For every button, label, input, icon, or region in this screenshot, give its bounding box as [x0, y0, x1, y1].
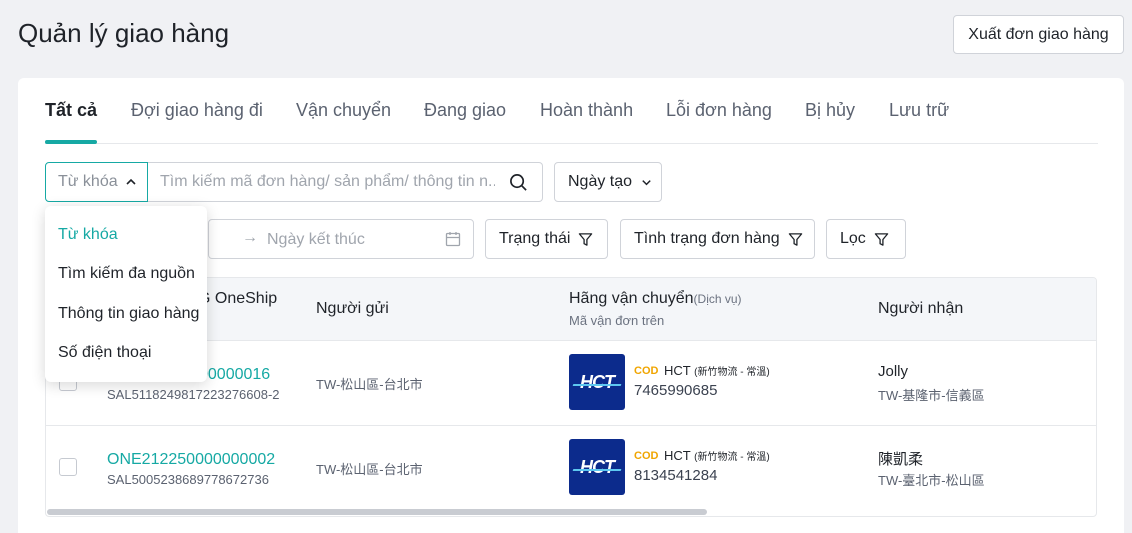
cod-badge: COD [634, 450, 659, 462]
order-sub-id: SAL5005238689778672736 [107, 472, 269, 487]
order-id-link[interactable]: 00000016 [199, 366, 270, 384]
sender-address: TW-松山區-台北市 [316, 377, 423, 392]
column-sender: Người gửi [316, 300, 389, 317]
order-state-filter-label: Tình trạng đơn hàng [634, 230, 780, 247]
more-filter-button[interactable]: Lọc [826, 219, 906, 259]
tab-bar: Tất cả Đợi giao hàng đi Vận chuyển Đang … [45, 78, 1098, 144]
chevron-down-icon [642, 179, 651, 185]
carrier-service: (新竹物流 - 常溫) [694, 452, 770, 463]
dropdown-option-keyword[interactable]: Từ khóa [58, 226, 118, 244]
receiver-name: 陳凱柔 [878, 451, 924, 468]
carrier-label: HCT [664, 363, 691, 378]
horizontal-scrollbar[interactable] [47, 509, 707, 515]
row-checkbox[interactable] [59, 458, 77, 476]
calendar-icon[interactable] [445, 231, 461, 247]
active-tab-indicator [45, 140, 97, 144]
status-filter-button[interactable]: Trạng thái [485, 219, 608, 259]
tracking-number: 7465990685 [634, 382, 718, 399]
dropdown-option-multi-source[interactable]: Tìm kiếm đa nguồn [58, 265, 195, 283]
receiver-address: TW-臺北市-松山區 [878, 473, 985, 488]
more-filter-label: Lọc [840, 230, 866, 247]
date-range-picker[interactable]: → Ngày kết thúc [208, 219, 474, 259]
column-carrier-service: (Dịch vụ) [693, 292, 742, 306]
tab-archived[interactable]: Lưu trữ [889, 100, 949, 121]
search-input[interactable] [160, 173, 495, 191]
tab-in-transit[interactable]: Vận chuyển [296, 100, 391, 121]
column-carrier: Hãng vận chuyển(Dịch vụ) [569, 290, 742, 308]
table-row[interactable]: ONE212250000000002 SAL500523868977867273… [46, 425, 1096, 510]
tracking-number: 8134541284 [634, 467, 718, 484]
column-carrier-label: Hãng vận chuyển [569, 290, 694, 307]
cod-badge: COD [634, 365, 659, 377]
chevron-up-icon [126, 178, 136, 185]
column-order-id: G OneShip [198, 290, 278, 307]
export-orders-button[interactable]: Xuất đơn giao hàng [953, 15, 1124, 54]
filter-icon [579, 232, 593, 246]
order-id-link[interactable]: ONE212250000000002 [107, 451, 275, 469]
carrier-name: HCT (新竹物流 - 常溫) [664, 448, 770, 463]
column-receiver: Người nhận [878, 300, 964, 317]
carrier-label: HCT [664, 448, 691, 463]
tab-all[interactable]: Tất cả [45, 100, 97, 121]
tab-awaiting-shipment[interactable]: Đợi giao hàng đi [131, 100, 263, 121]
dropdown-option-shipping-info[interactable]: Thông tin giao hàng [58, 305, 199, 323]
keyword-type-select[interactable]: Từ khóa [45, 162, 148, 202]
receiver-name: Jolly [878, 363, 909, 380]
arrow-right-icon: → [242, 229, 258, 246]
search-icon[interactable] [509, 173, 528, 192]
filter-icon [874, 232, 889, 246]
tab-delivering[interactable]: Đang giao [424, 100, 506, 121]
filter-icon [788, 232, 802, 246]
tab-completed[interactable]: Hoàn thành [540, 100, 633, 121]
order-sub-id: SAL5118249817223276608-2 [107, 387, 280, 402]
dropdown-option-phone[interactable]: Số điện thoại [58, 344, 151, 362]
keyword-type-dropdown: Từ khóa Tìm kiếm đa nguồn Thông tin giao… [45, 206, 207, 382]
date-type-select[interactable]: Ngày tạo [554, 162, 662, 202]
tab-order-errors[interactable]: Lỗi đơn hàng [666, 100, 772, 121]
carrier-service: (新竹物流 - 常溫) [694, 367, 770, 378]
tab-cancelled[interactable]: Bị hủy [805, 100, 855, 121]
carrier-name: HCT (新竹物流 - 常溫) [664, 363, 770, 378]
sender-address: TW-松山區-台北市 [316, 462, 423, 477]
date-type-value: Ngày tạo [568, 173, 633, 190]
hct-logo: HCT [569, 354, 625, 410]
receiver-address: TW-基隆市-信義區 [878, 388, 985, 403]
hct-logo: HCT [569, 439, 625, 495]
order-state-filter-button[interactable]: Tình trạng đơn hàng [620, 219, 815, 259]
keyword-type-value: Từ khóa [58, 173, 118, 190]
column-carrier-subtitle: Mã vận đơn trên [569, 313, 665, 328]
page-title: Quản lý giao hàng [18, 18, 230, 48]
end-date-placeholder[interactable]: Ngày kết thúc [267, 231, 365, 249]
search-field [147, 162, 543, 202]
status-filter-label: Trạng thái [499, 230, 571, 247]
